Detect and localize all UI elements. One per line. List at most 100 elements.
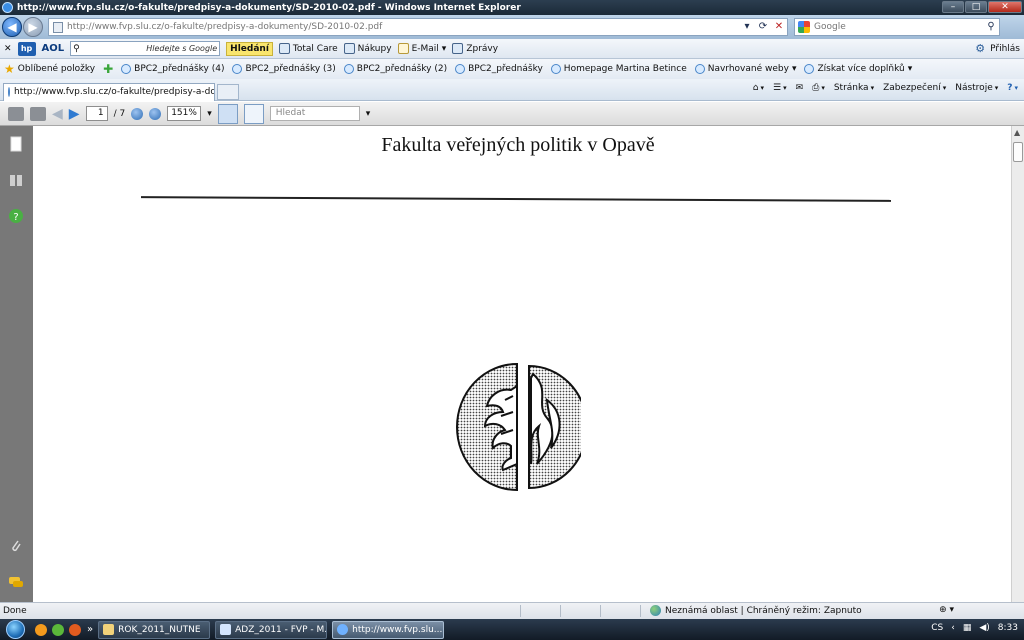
favorite-link[interactable]: BPC2_přednášky (2) bbox=[343, 64, 447, 74]
paperclip-icon[interactable] bbox=[8, 538, 24, 554]
language-indicator[interactable]: CS bbox=[931, 623, 943, 633]
url-field[interactable]: ▾ ⟳ ✕ bbox=[48, 18, 788, 36]
favorites-button[interactable]: ★ Oblíbené položky bbox=[4, 62, 95, 76]
windows-orb-icon bbox=[5, 620, 25, 639]
feeds-icon[interactable]: ☰ ▾ bbox=[773, 83, 787, 93]
scroll-up-icon[interactable]: ▲ bbox=[1014, 128, 1020, 137]
mail-icon[interactable]: ✉ bbox=[796, 83, 804, 93]
chevron-down-icon[interactable]: ▾ bbox=[366, 109, 371, 119]
aol-search-button[interactable]: Hledání bbox=[226, 41, 273, 56]
suggested-sites-dropdown[interactable]: Navrhované weby ▾ bbox=[694, 64, 797, 74]
close-window-button[interactable]: ✕ bbox=[988, 1, 1022, 13]
toolbar-close-icon[interactable]: ✕ bbox=[4, 44, 12, 54]
zoom-in-icon[interactable] bbox=[149, 107, 162, 120]
vertical-scrollbar[interactable]: ▲ bbox=[1011, 126, 1024, 602]
chevron-down-icon: ▾ bbox=[907, 64, 913, 74]
status-divider bbox=[600, 605, 601, 617]
security-menu[interactable]: Zabezpečení ▾ bbox=[883, 83, 946, 93]
pages-icon[interactable] bbox=[8, 136, 24, 152]
taskbar-item[interactable]: ADZ_2011 - FVP - M... bbox=[215, 620, 328, 639]
aol-search-input[interactable]: ⚲ Hledejte s Google bbox=[70, 41, 221, 56]
print-icon[interactable] bbox=[8, 106, 24, 121]
hp-icon bbox=[343, 43, 355, 54]
maximize-button[interactable]: □ bbox=[965, 1, 987, 13]
print-icon[interactable]: ⎙ ▾ bbox=[812, 83, 825, 93]
addons-dropdown[interactable]: Získat více doplňků ▾ bbox=[804, 64, 912, 74]
zpravy-button[interactable]: Zprávy bbox=[452, 43, 498, 54]
next-page-icon[interactable]: ▶ bbox=[69, 106, 80, 122]
favorite-link[interactable]: BPC2_přednášky bbox=[455, 64, 543, 74]
network-icon[interactable]: ▦ bbox=[963, 623, 972, 633]
pdf-document-page: Fakulta veřejných politik v Opavě bbox=[33, 126, 1011, 602]
svg-text:?: ? bbox=[13, 212, 18, 223]
taskbar-item[interactable]: ROK_2011_NUTNE bbox=[98, 620, 211, 639]
firefox-icon[interactable] bbox=[69, 623, 81, 636]
total-care-button[interactable]: Total Care bbox=[278, 43, 338, 54]
aol-search-hint: Hledejte s Google bbox=[146, 44, 218, 53]
zpravy-label: Zprávy bbox=[466, 43, 499, 54]
tools-menu[interactable]: Nástroje ▾ bbox=[955, 83, 998, 93]
google-icon bbox=[798, 21, 810, 33]
chevron-down-icon: ▾ bbox=[791, 64, 797, 74]
search-icon[interactable]: ⚲ bbox=[983, 19, 999, 35]
signin-link[interactable]: Přihlás bbox=[990, 44, 1020, 54]
back-button[interactable]: ◀ bbox=[2, 17, 22, 37]
tray-arrow-icon[interactable]: ‹ bbox=[951, 623, 955, 633]
fit-page-icon[interactable] bbox=[243, 103, 264, 124]
favorite-label: BPC2_přednášky bbox=[468, 64, 543, 74]
scrollbar-thumb[interactable] bbox=[1013, 142, 1023, 162]
hp-icon bbox=[278, 43, 290, 54]
magnifier-icon: ⚲ bbox=[73, 43, 80, 54]
horizontal-rule bbox=[141, 196, 891, 202]
start-button[interactable] bbox=[0, 619, 30, 640]
home-icon[interactable]: ⌂ ▾ bbox=[753, 83, 764, 93]
security-zone-label: Neznámá oblast | Chráněný režim: Zapnuto bbox=[665, 605, 862, 616]
zoom-out-icon[interactable] bbox=[131, 107, 144, 120]
ie-page-icon bbox=[550, 64, 561, 74]
clock[interactable]: 8:33 bbox=[998, 623, 1018, 633]
help-icon[interactable]: ? ▾ bbox=[1007, 83, 1018, 93]
dropdown-arrow-icon[interactable]: ▾ bbox=[739, 19, 755, 35]
favorite-link[interactable]: Homepage Martina Betince bbox=[550, 64, 687, 74]
forward-button[interactable]: ▶ bbox=[23, 17, 43, 37]
search-field[interactable]: ⚲ bbox=[794, 18, 1000, 36]
tab-active[interactable]: http://www.fvp.slu.cz/o-fakulte/predpisy… bbox=[3, 82, 215, 101]
gear-icon[interactable]: ⚙ bbox=[975, 42, 985, 55]
stop-icon[interactable]: ✕ bbox=[771, 19, 787, 35]
quicklaunch-icon[interactable] bbox=[35, 623, 47, 636]
previous-page-icon[interactable]: ◀ bbox=[52, 106, 63, 122]
save-icon[interactable] bbox=[30, 106, 46, 121]
bookmarks-icon[interactable] bbox=[8, 172, 24, 188]
zoom-select[interactable]: 151% bbox=[167, 106, 202, 121]
comments-icon[interactable] bbox=[8, 574, 24, 590]
page-menu[interactable]: Stránka ▾ bbox=[834, 83, 874, 93]
favorite-link[interactable]: BPC2_přednášky (3) bbox=[232, 64, 336, 74]
url-input[interactable] bbox=[67, 22, 739, 32]
search-input[interactable] bbox=[814, 22, 983, 32]
add-favorite-icon[interactable]: ✚ bbox=[103, 62, 113, 76]
favorite-link[interactable]: BPC2_přednášky (4) bbox=[121, 64, 224, 74]
refresh-icon[interactable]: ⟳ bbox=[755, 19, 771, 35]
page-number-input[interactable]: 1 bbox=[85, 106, 108, 121]
zoom-control[interactable]: ⊕ ▾ bbox=[939, 605, 954, 615]
minimize-button[interactable]: – bbox=[942, 1, 964, 13]
quicklaunch-more-icon[interactable]: » bbox=[87, 624, 93, 635]
taskbar-item-active[interactable]: http://www.fvp.slu.... bbox=[332, 620, 445, 639]
ie-logo-icon bbox=[2, 2, 13, 13]
security-zone[interactable]: Neznámá oblast | Chráněný režim: Zapnuto bbox=[650, 605, 862, 616]
email-button[interactable]: E-Mail ▾ bbox=[397, 43, 446, 54]
document-title: Fakulta veřejných politik v Opavě bbox=[381, 134, 655, 156]
find-input[interactable]: Hledat bbox=[269, 106, 360, 121]
nakupy-button[interactable]: Nákupy bbox=[343, 43, 392, 54]
chevron-down-icon[interactable]: ▾ bbox=[207, 109, 212, 119]
hp-logo-icon[interactable]: hp bbox=[17, 41, 36, 56]
volume-icon[interactable]: ◀) bbox=[979, 623, 989, 633]
help-icon[interactable]: ? bbox=[8, 208, 24, 224]
quicklaunch-icon[interactable] bbox=[52, 623, 64, 636]
taskbar-item-label: http://www.fvp.slu.... bbox=[352, 624, 445, 635]
ie-page-icon bbox=[121, 64, 132, 74]
fit-width-icon[interactable] bbox=[217, 103, 238, 124]
status-divider bbox=[520, 605, 521, 617]
aol-logo[interactable]: AOL bbox=[42, 43, 65, 54]
new-tab-button[interactable] bbox=[217, 83, 239, 100]
